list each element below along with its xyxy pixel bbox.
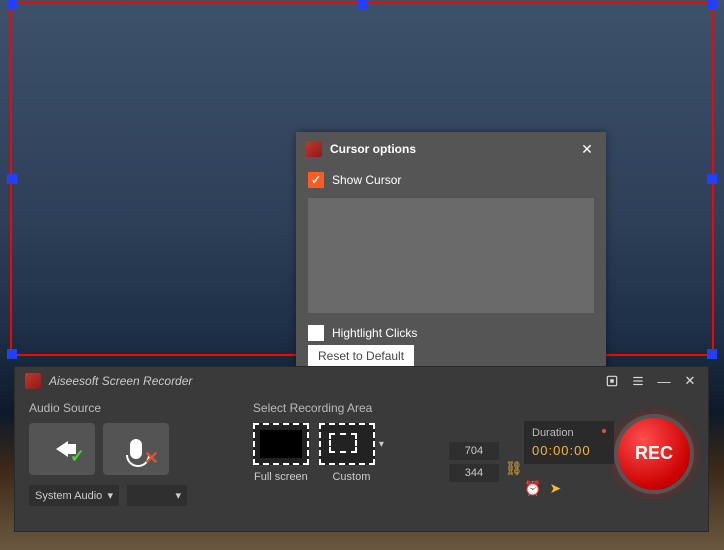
recording-area-label: Select Recording Area [253,401,439,415]
dialog-header[interactable]: Cursor options ✕ [296,132,606,166]
close-icon[interactable]: ✕ [682,373,698,389]
resize-handle-bottom-right[interactable] [707,349,717,359]
cursor-options-dialog: Cursor options ✕ Show Cursor Hightlight … [296,132,606,379]
duration-label: Duration [532,427,606,439]
resize-handle-top-middle[interactable] [357,0,367,9]
speaker-icon [56,441,68,457]
custom-label: Custom [332,471,370,483]
app-icon [25,373,41,389]
recorder-titlebar[interactable]: Aiseesoft Screen Recorder — ✕ [15,367,708,395]
custom-area-button[interactable]: ▾ Custom [319,423,384,483]
resize-handle-bottom-left[interactable] [7,349,17,359]
full-screen-label: Full screen [254,471,308,483]
close-icon[interactable]: ✕ [578,140,596,158]
system-audio-button[interactable]: ✓ [29,423,95,475]
chevron-down-icon: ▾ [175,489,181,502]
recorder-panel: Aiseesoft Screen Recorder — ✕ Audio Sour… [14,366,709,532]
highlight-clicks-checkbox[interactable] [308,325,324,341]
recorder-title: Aiseesoft Screen Recorder [49,374,596,388]
menu-icon[interactable] [630,373,646,389]
recording-area-section: Select Recording Area Full screen ▾ Cust… [253,401,439,506]
cursor-options-icon[interactable]: ➤ [549,480,561,497]
resize-handle-middle-right[interactable] [707,174,717,184]
chevron-down-icon[interactable]: ▾ [379,439,384,450]
reset-to-default-button[interactable]: Reset to Default [308,345,414,367]
width-input[interactable]: 704 [449,442,499,460]
check-icon: ✓ [70,446,85,467]
schedule-icon[interactable]: ⏰ [524,480,541,497]
link-aspect-icon[interactable]: ⛓ [505,460,523,477]
microphone-button[interactable]: ✕ [103,423,169,475]
mic-audio-select[interactable]: ▾ [127,485,187,506]
duration-panel[interactable]: Duration 00:00:00 [524,421,614,464]
show-cursor-checkbox[interactable] [308,172,324,188]
cursor-preview-panel [308,198,594,313]
dialog-title: Cursor options [330,142,570,156]
custom-area-icon [319,423,375,465]
resize-handle-top-left[interactable] [7,0,17,9]
resize-handle-middle-left[interactable] [7,174,17,184]
height-input[interactable]: 344 [449,464,499,482]
audio-source-section: Audio Source ✓ ✕ System Audio ▾ ▾ [29,401,243,506]
record-section: REC [614,401,694,506]
record-button-label: REC [635,443,673,464]
highlight-clicks-label: Hightlight Clicks [332,326,417,340]
share-icon[interactable] [604,373,620,389]
highlight-clicks-row: Hightlight Clicks [308,321,594,345]
dialog-body: Show Cursor Hightlight Clicks Reset to D… [296,166,606,379]
full-screen-icon [253,423,309,465]
recording-indicator-icon [602,429,606,433]
show-cursor-row: Show Cursor [308,168,594,192]
resize-handle-top-right[interactable] [707,0,717,9]
chevron-down-icon: ▾ [107,489,113,502]
system-audio-select[interactable]: System Audio ▾ [29,485,119,506]
minimize-icon[interactable]: — [656,373,672,389]
system-audio-select-label: System Audio [35,490,102,502]
app-icon [306,141,322,157]
record-button[interactable]: REC [614,414,694,494]
duration-section: Duration 00:00:00 ⏰ ➤ [524,401,604,506]
microphone-icon [130,439,142,459]
show-cursor-label: Show Cursor [332,173,401,187]
duration-time: 00:00:00 [532,443,606,458]
audio-source-label: Audio Source [29,401,243,415]
dimensions-section: 704 344 ⛓ [449,401,514,506]
x-icon: ✕ [144,448,159,469]
full-screen-button[interactable]: Full screen [253,423,309,483]
